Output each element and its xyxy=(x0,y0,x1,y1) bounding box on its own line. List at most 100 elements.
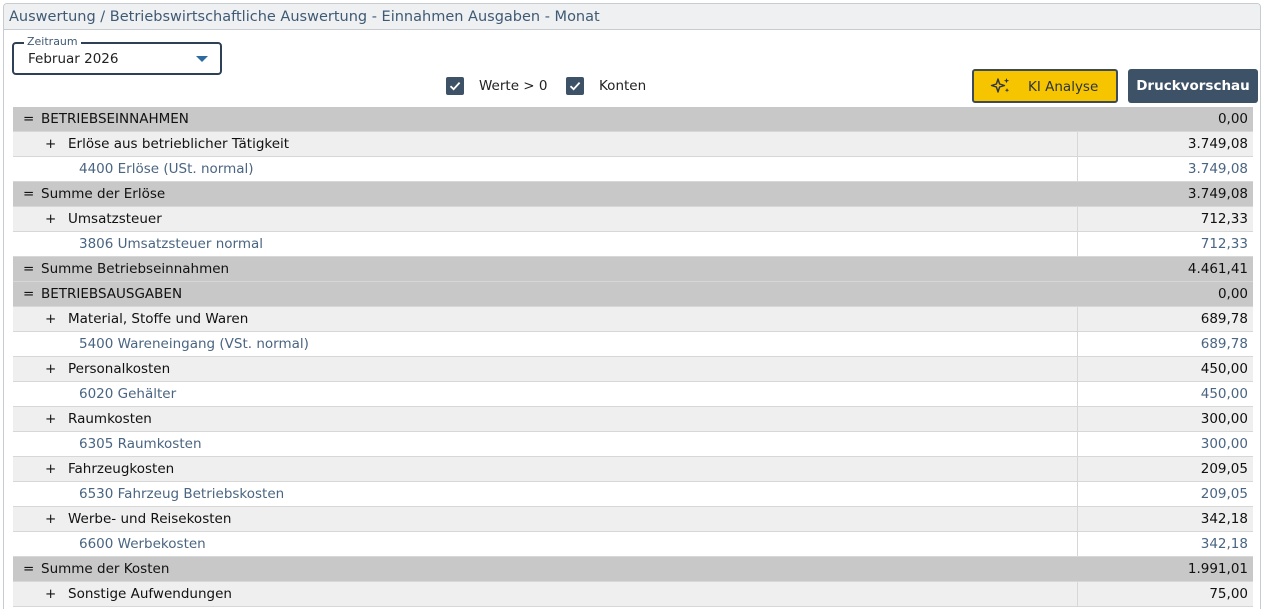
sparkle-icon xyxy=(990,77,1012,99)
column-divider xyxy=(1077,232,1078,256)
row-label: Summe der Kosten xyxy=(41,561,170,577)
row-value: 0,00 xyxy=(1217,111,1248,127)
expand-icon[interactable]: + xyxy=(45,582,56,606)
row-value: 0,00 xyxy=(1217,286,1248,302)
column-divider xyxy=(1077,457,1078,481)
column-divider xyxy=(1077,482,1078,506)
expand-icon[interactable]: + xyxy=(45,307,56,331)
account-row: 3806 Umsatzsteuer normal 712,33 xyxy=(13,232,1253,257)
row-value: 300,00 xyxy=(1200,436,1248,452)
row-label: Raumkosten xyxy=(68,411,152,427)
account-row: 4400 Erlöse (USt. normal) 3.749,08 xyxy=(13,157,1253,182)
row-label: Umsatzsteuer xyxy=(68,211,162,227)
row-value: 450,00 xyxy=(1200,361,1248,377)
row-value: 1.991,01 xyxy=(1187,561,1248,577)
expand-icon[interactable]: + xyxy=(45,457,56,481)
row-value: 712,33 xyxy=(1200,211,1248,227)
zeitraum-select[interactable]: Zeitraum Februar 2026 xyxy=(12,35,222,75)
row-value: 450,00 xyxy=(1200,386,1248,402)
sum-row: = Summe der Kosten 1.991,01 xyxy=(13,557,1253,582)
column-divider xyxy=(1077,357,1078,381)
column-divider xyxy=(1077,582,1078,606)
checkbox-werte-label: Werte > 0 xyxy=(479,78,548,94)
account-row: 6530 Fahrzeug Betriebskosten 209,05 xyxy=(13,482,1253,507)
row-label: Werbe- und Reisekosten xyxy=(68,511,232,527)
column-divider xyxy=(1077,157,1078,181)
group-row[interactable]: + Raumkosten 300,00 xyxy=(13,407,1253,432)
bwa-table: = BETRIEBSEINNAHMEN 0,00 + Erlöse aus betrie… xyxy=(13,107,1253,607)
row-value: 209,05 xyxy=(1200,461,1248,477)
sum-row: = BETRIEBSEINNAHMEN 0,00 xyxy=(13,107,1253,132)
row-label: 4400 Erlöse (USt. normal) xyxy=(79,161,254,177)
sum-row: = Summe Betriebseinnahmen 4.461,41 xyxy=(13,257,1253,282)
row-value: 3.749,08 xyxy=(1187,186,1248,202)
druckvorschau-button[interactable]: Druckvorschau xyxy=(1128,69,1258,103)
group-row[interactable]: + Umsatzsteuer 712,33 xyxy=(13,207,1253,232)
row-value: 342,18 xyxy=(1200,536,1248,552)
row-value: 3.749,08 xyxy=(1187,136,1248,152)
row-label: BETRIEBSAUSGABEN xyxy=(41,286,183,302)
row-value: 689,78 xyxy=(1200,311,1248,327)
column-divider xyxy=(1077,332,1078,356)
account-row: 6020 Gehälter 450,00 xyxy=(13,382,1253,407)
chevron-down-icon xyxy=(196,56,208,62)
expand-icon[interactable]: + xyxy=(45,132,56,156)
row-label: Personalkosten xyxy=(68,361,171,377)
column-divider xyxy=(1077,507,1078,531)
column-divider xyxy=(1077,132,1078,156)
ki-analyse-button[interactable]: KI Analyse xyxy=(972,69,1118,103)
equals-icon: = xyxy=(23,111,35,127)
checkbox-konten-label: Konten xyxy=(599,78,647,94)
row-label: Sonstige Aufwendungen xyxy=(68,586,232,602)
checkbox-werte-groesser-null[interactable]: Werte > 0 xyxy=(446,77,548,95)
equals-icon: = xyxy=(23,561,35,577)
equals-icon: = xyxy=(23,186,35,202)
group-row[interactable]: + Erlöse aus betrieblicher Tätigkeit 3.749… xyxy=(13,132,1253,157)
page-title: Auswertung / Betriebswirtschaftliche Aus… xyxy=(4,4,1260,30)
row-label: 6020 Gehälter xyxy=(79,386,177,402)
checkbox-checked-icon[interactable] xyxy=(446,77,464,95)
row-label: Material, Stoffe und Waren xyxy=(68,311,249,327)
zeitraum-label: Zeitraum xyxy=(24,35,81,49)
column-divider xyxy=(1077,432,1078,456)
column-divider xyxy=(1077,207,1078,231)
group-row[interactable]: + Material, Stoffe und Waren 689,78 xyxy=(13,307,1253,332)
checkbox-konten[interactable]: Konten xyxy=(566,77,646,95)
row-label: Erlöse aus betrieblicher Tätigkeit xyxy=(68,136,290,152)
ki-analyse-label: KI Analyse xyxy=(1028,79,1099,95)
toolbar: Zeitraum Februar 2026 Werte > 0 Konten K… xyxy=(4,30,1260,108)
group-row[interactable]: + Personalkosten 450,00 xyxy=(13,357,1253,382)
bwa-panel: Auswertung / Betriebswirtschaftliche Aus… xyxy=(3,3,1261,609)
group-row[interactable]: + Sonstige Aufwendungen 75,00 xyxy=(13,582,1253,607)
row-label: 6530 Fahrzeug Betriebskosten xyxy=(79,486,285,502)
sum-row: = BETRIEBSAUSGABEN 0,00 xyxy=(13,282,1253,307)
zeitraum-value: Februar 2026 xyxy=(28,51,119,67)
row-value: 712,33 xyxy=(1200,236,1248,252)
expand-icon[interactable]: + xyxy=(45,357,56,381)
group-row[interactable]: + Werbe- und Reisekosten 342,18 xyxy=(13,507,1253,532)
expand-icon[interactable]: + xyxy=(45,407,56,431)
row-value: 3.749,08 xyxy=(1187,161,1248,177)
expand-icon[interactable]: + xyxy=(45,507,56,531)
group-row[interactable]: + Fahrzeugkosten 209,05 xyxy=(13,457,1253,482)
column-divider xyxy=(1077,532,1078,556)
equals-icon: = xyxy=(23,286,35,302)
checkbox-checked-icon[interactable] xyxy=(566,77,584,95)
row-label: 3806 Umsatzsteuer normal xyxy=(79,236,264,252)
sum-row: = Summe der Erlöse 3.749,08 xyxy=(13,182,1253,207)
column-divider xyxy=(1077,382,1078,406)
account-row: 5400 Wareneingang (VSt. normal) 689,78 xyxy=(13,332,1253,357)
row-label: 5400 Wareneingang (VSt. normal) xyxy=(79,336,309,352)
row-label: Fahrzeugkosten xyxy=(68,461,175,477)
column-divider xyxy=(1077,407,1078,431)
row-value: 300,00 xyxy=(1200,411,1248,427)
account-row: 6600 Werbekosten 342,18 xyxy=(13,532,1253,557)
expand-icon[interactable]: + xyxy=(45,207,56,231)
row-label: 6305 Raumkosten xyxy=(79,436,202,452)
column-divider xyxy=(1077,307,1078,331)
account-row: 6305 Raumkosten 300,00 xyxy=(13,432,1253,457)
row-value: 4.461,41 xyxy=(1187,261,1248,277)
equals-icon: = xyxy=(23,261,35,277)
row-label: 6600 Werbekosten xyxy=(79,536,206,552)
row-value: 75,00 xyxy=(1209,586,1248,602)
